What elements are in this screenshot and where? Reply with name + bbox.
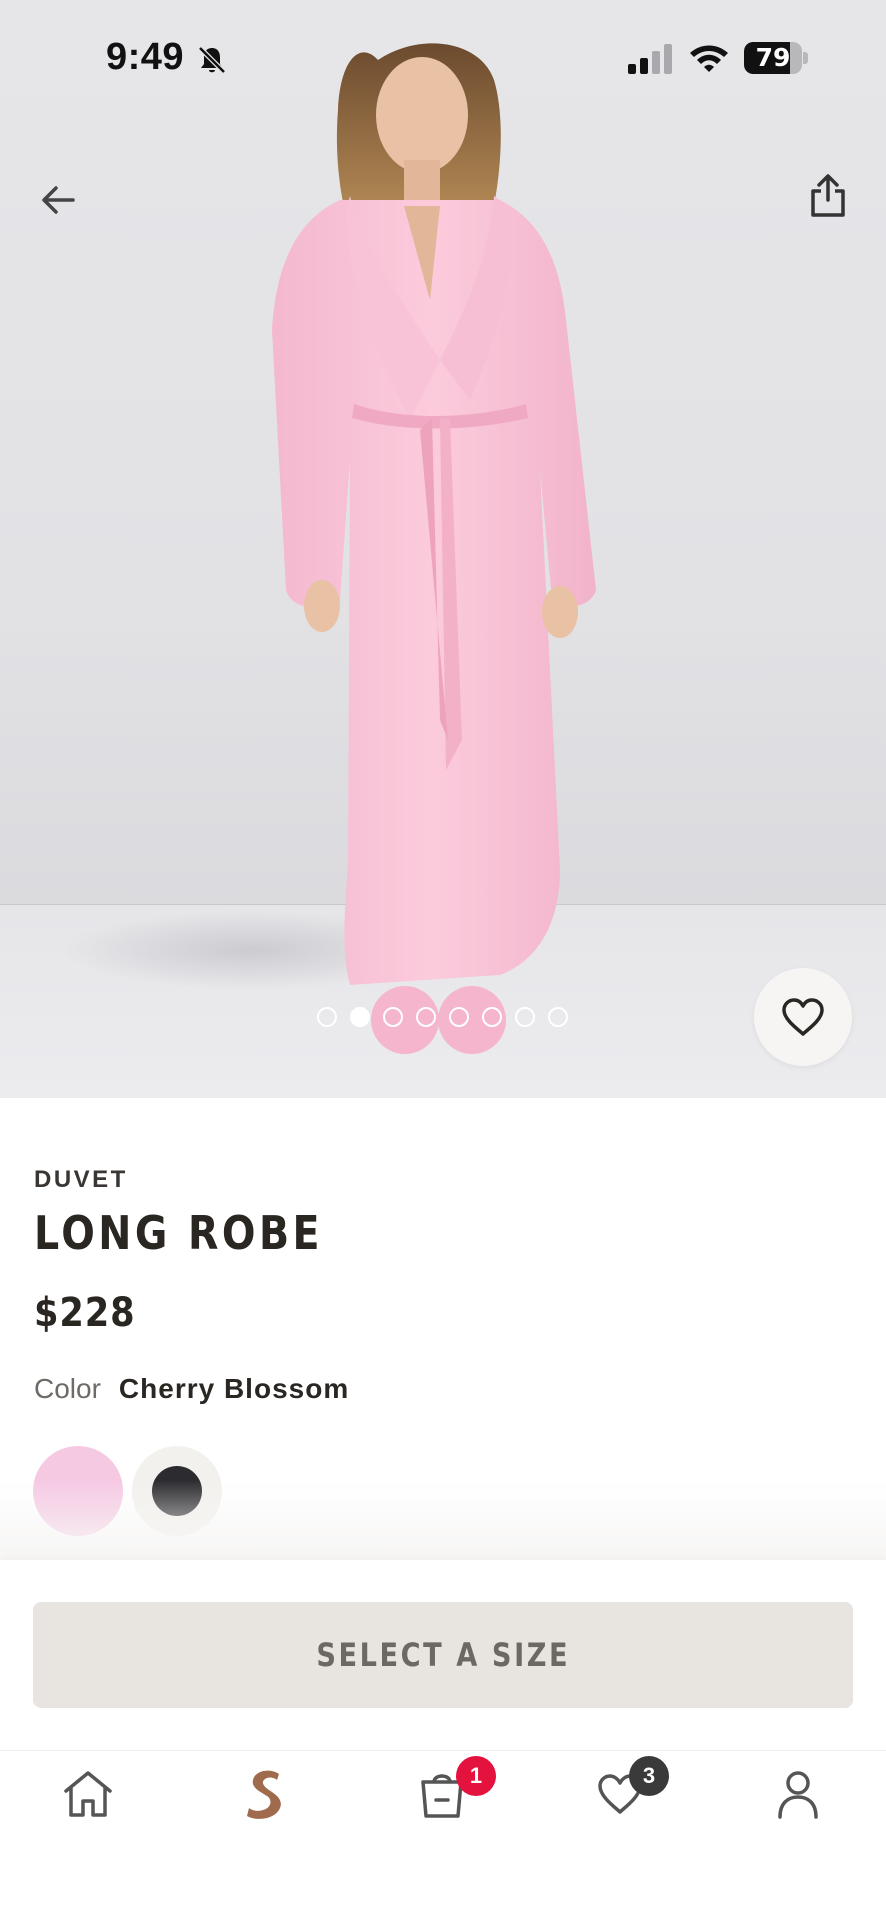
model-figure (272, 43, 596, 1054)
color-label: Color (34, 1373, 101, 1404)
wifi-icon (690, 45, 728, 72)
home-icon (64, 1771, 112, 1817)
product-page: 9:49 79 DUVET LONG ROBE $228 Color Cherr… (0, 0, 886, 1920)
carousel-dot[interactable] (482, 1007, 502, 1027)
wishlist-count-badge: 3 (629, 1756, 669, 1796)
carousel-dot[interactable] (317, 1007, 337, 1027)
select-size-button[interactable]: SELECT A SIZE (33, 1602, 853, 1708)
heart-icon (782, 998, 824, 1036)
bag-count-badge: 1 (456, 1756, 496, 1796)
back-button[interactable] (28, 170, 88, 230)
back-arrow-icon (42, 186, 75, 214)
share-icon (811, 174, 845, 217)
carousel-dot[interactable] (548, 1007, 568, 1027)
share-button[interactable] (798, 164, 858, 228)
color-row: Color Cherry Blossom (34, 1373, 349, 1405)
carousel-dot[interactable] (449, 1007, 469, 1027)
status-bar: 9:49 79 (0, 0, 886, 120)
carousel-dot-active[interactable] (350, 1007, 370, 1027)
carousel-dot[interactable] (416, 1007, 436, 1027)
bell-slash-icon (198, 46, 226, 74)
battery-percent: 79 (755, 43, 791, 72)
tab-account[interactable] (766, 1762, 830, 1826)
battery-icon: 79 (744, 42, 808, 74)
product-price: $228 (34, 1290, 136, 1336)
person-icon (778, 1771, 818, 1819)
content-fade (0, 1480, 886, 1560)
status-time: 9:49 (106, 36, 185, 78)
favorite-button[interactable] (754, 968, 852, 1066)
product-brand[interactable]: DUVET (34, 1166, 128, 1194)
cellular-signal-icon (628, 44, 672, 74)
carousel-dot[interactable] (515, 1007, 535, 1027)
color-value: Cherry Blossom (118, 1373, 350, 1404)
tab-home[interactable] (56, 1762, 120, 1826)
carousel-dots (317, 1007, 568, 1027)
product-image[interactable] (0, 0, 886, 1098)
tab-brand[interactable] (234, 1762, 298, 1826)
product-title: LONG ROBE (34, 1206, 324, 1260)
select-size-label: SELECT A SIZE (316, 1636, 570, 1674)
brand-logo-icon (247, 1770, 281, 1819)
carousel-dot[interactable] (383, 1007, 403, 1027)
